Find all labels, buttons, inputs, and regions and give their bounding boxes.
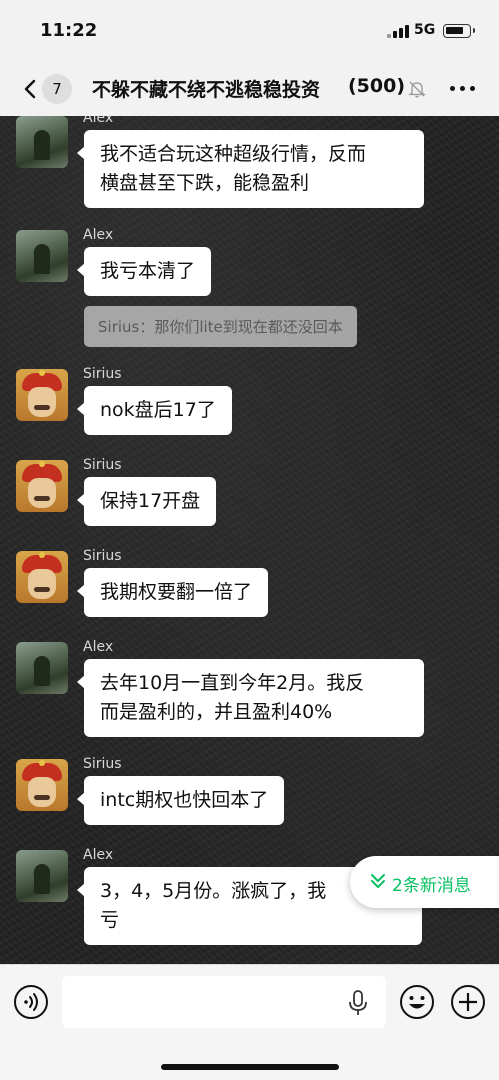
quoted-reply[interactable]: Sirius：那你们lite到现在都还没回本 [84,306,357,347]
member-count: (500) [348,75,406,97]
cellular-signal-icon [387,24,409,38]
message-text: 我期权要翻一倍了 [100,581,253,603]
message-text: 而是盈利的，并且盈利40% [100,701,333,723]
avatar-alex[interactable] [16,850,68,902]
avatar-alex[interactable] [16,642,68,694]
message-input[interactable] [62,976,386,1028]
message-bubble[interactable]: 我期权要翻一倍了 [76,568,269,617]
message-bubble[interactable]: nok盘后17了 [77,386,232,435]
sender-name: Sirius [83,548,122,564]
more-dots-icon[interactable] [450,86,476,92]
avatar-sirius[interactable] [16,369,68,421]
double-chevron-down-icon [371,874,385,888]
sender-name: Sirius [83,366,122,382]
status-time: 11:22 [40,20,98,41]
new-messages-pill[interactable]: 2条新消息 [350,856,499,908]
message-list[interactable]: Alex 我不适合玩这种超级行情，反而 横盘甚至下跌，能稳盈利 Alex 我亏本… [0,116,499,964]
new-messages-label: 2条新消息 [392,876,471,896]
sender-name: Alex [83,116,114,126]
chat-title: 不躲不藏不绕不逃稳稳投资 [92,79,321,101]
voice-icon[interactable] [13,984,49,1020]
message-text: 去年10月一直到今年2月。我反 [100,672,365,694]
message-bubble[interactable]: 我不适合玩这种超级行情，反而 横盘甚至下跌，能稳盈利 [77,130,424,208]
sender-name: Alex [83,639,114,655]
battery-icon [443,24,475,38]
plus-icon[interactable] [450,984,486,1020]
avatar-alex[interactable] [16,116,68,168]
mic-icon[interactable] [348,989,368,1017]
message-text: 我不适合玩这种超级行情，反而 [100,143,367,165]
emoji-icon[interactable] [399,984,435,1020]
sender-name: Alex [83,227,114,243]
status-bar: 11:22 5G [0,0,499,62]
avatar-sirius[interactable] [16,759,68,811]
message-bubble[interactable]: 我亏本清了 [76,247,212,296]
network-type: 5G [414,22,436,38]
message-text: 横盘甚至下跌，能稳盈利 [100,172,310,194]
message-text: 亏 [100,909,120,931]
avatar-sirius[interactable] [16,551,68,603]
input-bar [0,964,499,1080]
avatar-sirius[interactable] [16,460,68,512]
message-text: intc期权也快回本了 [100,789,269,811]
sender-name: Sirius [83,457,122,473]
message-text: 保持17开盘 [100,490,201,512]
message-bubble[interactable]: intc期权也快回本了 [76,776,285,825]
back-chevron-icon[interactable] [22,79,38,99]
message-bubble[interactable]: 保持17开盘 [76,477,217,526]
sender-name: Sirius [83,756,122,772]
mute-bell-icon [408,81,426,98]
unread-count-badge[interactable]: 7 [42,74,72,104]
message-text: nok盘后17了 [100,399,216,421]
message-bubble[interactable]: 去年10月一直到今年2月。我反 而是盈利的，并且盈利40% [77,659,424,737]
sender-name: Alex [83,847,114,863]
message-text: 我亏本清了 [100,260,196,282]
avatar-alex[interactable] [16,230,68,282]
home-indicator[interactable] [161,1064,339,1070]
chat-header: 7 不躲不藏不绕不逃稳稳投资 (500) [0,62,499,116]
